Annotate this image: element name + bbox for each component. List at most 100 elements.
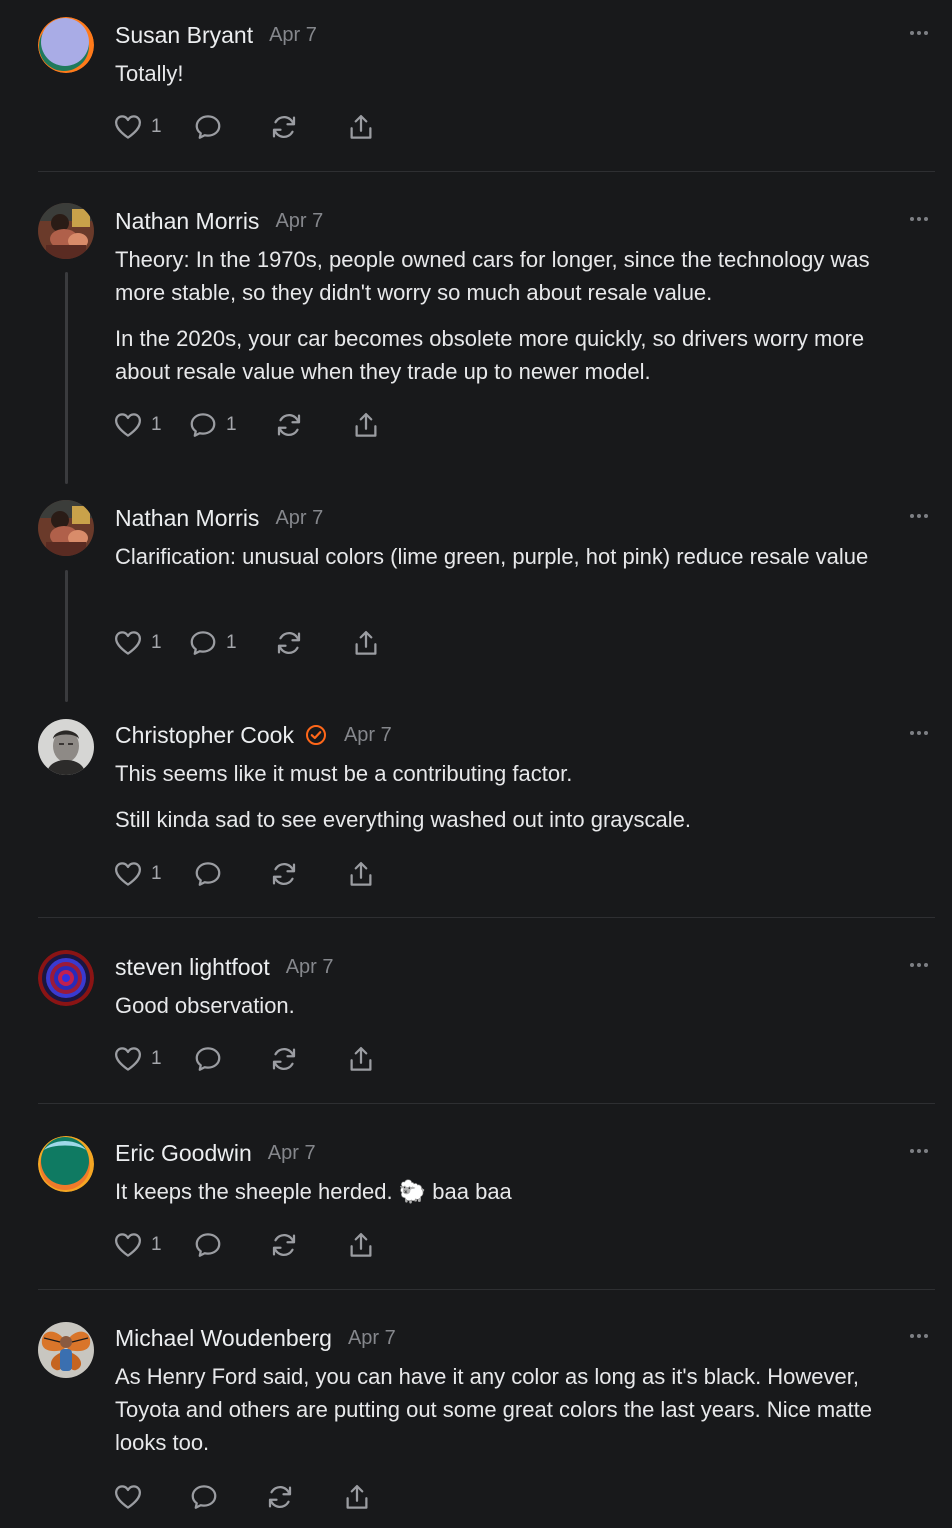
action-bar: 1 [113,858,376,890]
author-name[interactable]: Nathan Morris [115,505,259,532]
action-bar: 1 [113,1043,376,1075]
like-count: 1 [151,632,162,653]
like-button[interactable]: 1 [113,628,163,658]
share-icon [346,112,376,142]
comment-icon [189,1482,219,1512]
comment-header: steven lightfoot Apr 7 [115,952,334,982]
action-bar: 1 [113,111,376,143]
share-button[interactable] [346,1230,376,1260]
restack-button[interactable] [274,628,304,658]
post-date[interactable]: Apr 7 [348,1327,396,1350]
post-date[interactable]: Apr 7 [269,24,317,47]
more-icon[interactable] [908,722,930,744]
comment: Nathan Morris Apr 7 Clarification: unusu… [0,500,952,703]
more-icon[interactable] [908,1140,930,1162]
like-count: 1 [151,116,162,137]
like-button[interactable] [113,1482,143,1512]
comment-icon [188,628,218,658]
reply-button[interactable] [193,1044,223,1074]
reply-button[interactable]: 1 [188,410,238,440]
restack-button[interactable] [269,1230,299,1260]
comment-body: It keeps the sheeple herded. 🐑 baa baa [115,1175,925,1208]
divider [38,1289,935,1290]
share-button[interactable] [346,859,376,889]
post-date[interactable]: Apr 7 [275,507,323,530]
share-button[interactable] [351,410,381,440]
action-bar: 1 1 [113,409,381,441]
more-icon[interactable] [908,208,930,230]
heart-icon [113,410,143,440]
avatar[interactable] [38,500,94,556]
like-button[interactable]: 1 [113,112,163,142]
comment-paragraph: It keeps the sheeple herded. 🐑 baa baa [115,1179,512,1204]
post-date[interactable]: Apr 7 [275,210,323,233]
author-name[interactable]: Michael Woudenberg [115,1325,332,1352]
like-button[interactable]: 1 [113,410,163,440]
comment-header: Eric Goodwin Apr 7 [115,1138,316,1168]
comment-paragraph: Totally! [115,61,184,86]
share-icon [346,1230,376,1260]
author-name[interactable]: steven lightfoot [115,954,270,981]
comment-header: Nathan Morris Apr 7 [115,206,323,236]
comment-body: This seems like it must be a contributin… [115,757,925,836]
share-button[interactable] [351,628,381,658]
avatar[interactable] [38,1322,94,1378]
restack-icon [274,628,304,658]
comment: Eric Goodwin Apr 7 It keeps the sheeple … [0,1136,952,1288]
restack-icon [269,1230,299,1260]
comment: Susan Bryant Apr 7 Totally! 1 [0,17,952,170]
restack-icon [274,410,304,440]
heart-icon [113,112,143,142]
comment: Nathan Morris Apr 7 Theory: In the 1970s… [0,203,952,476]
heart-icon [113,1482,143,1512]
reply-button[interactable] [193,112,223,142]
comment-paragraph: This seems like it must be a contributin… [115,761,573,786]
like-button[interactable]: 1 [113,1230,163,1260]
avatar[interactable] [38,1136,94,1192]
avatar[interactable] [38,719,94,775]
restack-button[interactable] [269,112,299,142]
reply-button[interactable] [193,1230,223,1260]
post-date[interactable]: Apr 7 [344,724,392,747]
restack-button[interactable] [265,1482,295,1512]
restack-icon [265,1482,295,1512]
comment-header: Nathan Morris Apr 7 [115,503,323,533]
restack-button[interactable] [274,410,304,440]
like-count: 1 [151,414,162,435]
share-button[interactable] [346,112,376,142]
post-date[interactable]: Apr 7 [268,1142,316,1165]
more-icon[interactable] [908,954,930,976]
restack-button[interactable] [269,1044,299,1074]
restack-icon [269,859,299,889]
restack-button[interactable] [269,859,299,889]
more-icon[interactable] [908,505,930,527]
share-button[interactable] [342,1482,372,1512]
comment-icon [193,1230,223,1260]
author-name[interactable]: Nathan Morris [115,208,259,235]
reply-button[interactable] [189,1482,219,1512]
comment-paragraph: Clarification: unusual colors (lime gree… [115,544,869,569]
avatar[interactable] [38,17,94,73]
share-button[interactable] [346,1044,376,1074]
heart-icon [113,1230,143,1260]
comment-icon [193,859,223,889]
avatar[interactable] [38,203,94,259]
avatar[interactable] [38,950,94,1006]
author-name[interactable]: Christopher Cook [115,722,294,749]
post-date[interactable]: Apr 7 [286,956,334,979]
author-name[interactable]: Susan Bryant [115,22,253,49]
divider [38,917,935,918]
reply-button[interactable]: 1 [188,628,238,658]
comment-icon [193,112,223,142]
author-name[interactable]: Eric Goodwin [115,1140,252,1167]
reply-button[interactable] [193,859,223,889]
more-icon[interactable] [908,1325,930,1347]
more-icon[interactable] [908,22,930,44]
action-bar [113,1481,372,1513]
restack-icon [269,1044,299,1074]
like-count: 1 [151,1048,162,1069]
like-button[interactable]: 1 [113,859,163,889]
like-button[interactable]: 1 [113,1044,163,1074]
comment-paragraph: Good observation. [115,993,295,1018]
comment-body: As Henry Ford said, you can have it any … [115,1360,925,1459]
